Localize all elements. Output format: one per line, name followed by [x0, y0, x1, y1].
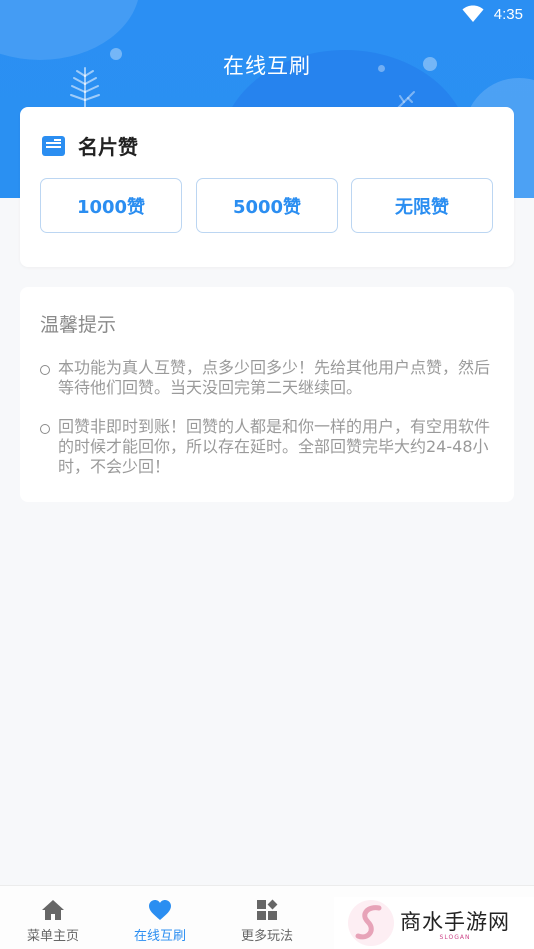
clock: 4:35: [493, 6, 523, 23]
watermark: 商水手游网 SLOGAN: [334, 897, 534, 949]
tips-heading: 温馨提示: [40, 314, 117, 336]
card-header: 名片赞: [42, 131, 138, 160]
nav-label: 菜单主页: [26, 929, 79, 944]
status-bar: 4:35: [0, 0, 534, 30]
nav-item-more[interactable]: 更多玩法: [214, 886, 320, 949]
wifi-icon: [462, 5, 484, 22]
nav-label: 更多玩法: [240, 929, 293, 944]
watermark-text-group: 商水手游网 SLOGAN: [400, 906, 510, 941]
heart-icon: [149, 900, 171, 920]
nav-item-home[interactable]: 菜单主页: [0, 886, 106, 949]
logo-icon: [348, 900, 394, 946]
likes-card: 名片赞 1000赞 5000赞 无限赞: [20, 107, 514, 267]
circle-bullet-icon: [40, 424, 50, 434]
home-icon: [42, 900, 64, 920]
tip-text: 回赞非即时到账！回赞的人都是和你一样的用户，有空用软件的时候才能回你，所以存在延…: [58, 417, 491, 476]
tip-item: 本功能为真人互赞，点多少回多少！先给其他用户点赞，然后等待他们回赞。当天没回完第…: [40, 358, 500, 398]
tip-item: 回赞非即时到账！回赞的人都是和你一样的用户，有空用软件的时候才能回你，所以存在延…: [40, 417, 500, 477]
watermark-subtext: SLOGAN: [439, 933, 471, 941]
like-5000-button[interactable]: 5000赞: [196, 178, 338, 233]
circle-bullet-icon: [40, 365, 50, 375]
card-icon: [42, 135, 65, 156]
watermark-text: 商水手游网: [400, 909, 510, 934]
nav-label: 在线互刷: [133, 929, 186, 944]
like-unlimited-button[interactable]: 无限赞: [351, 178, 493, 233]
nav-item-online[interactable]: 在线互刷: [107, 886, 213, 949]
tips-card: 温馨提示 本功能为真人互赞，点多少回多少！先给其他用户点赞，然后等待他们回赞。当…: [20, 287, 514, 502]
card-title: 名片赞: [78, 135, 138, 159]
grid-icon: [257, 899, 278, 920]
tip-text: 本功能为真人互赞，点多少回多少！先给其他用户点赞，然后等待他们回赞。当天没回完第…: [58, 358, 491, 397]
like-1000-button[interactable]: 1000赞: [40, 178, 182, 233]
like-options: 1000赞 5000赞 无限赞: [40, 178, 494, 233]
page-title: 在线互刷: [223, 54, 311, 78]
